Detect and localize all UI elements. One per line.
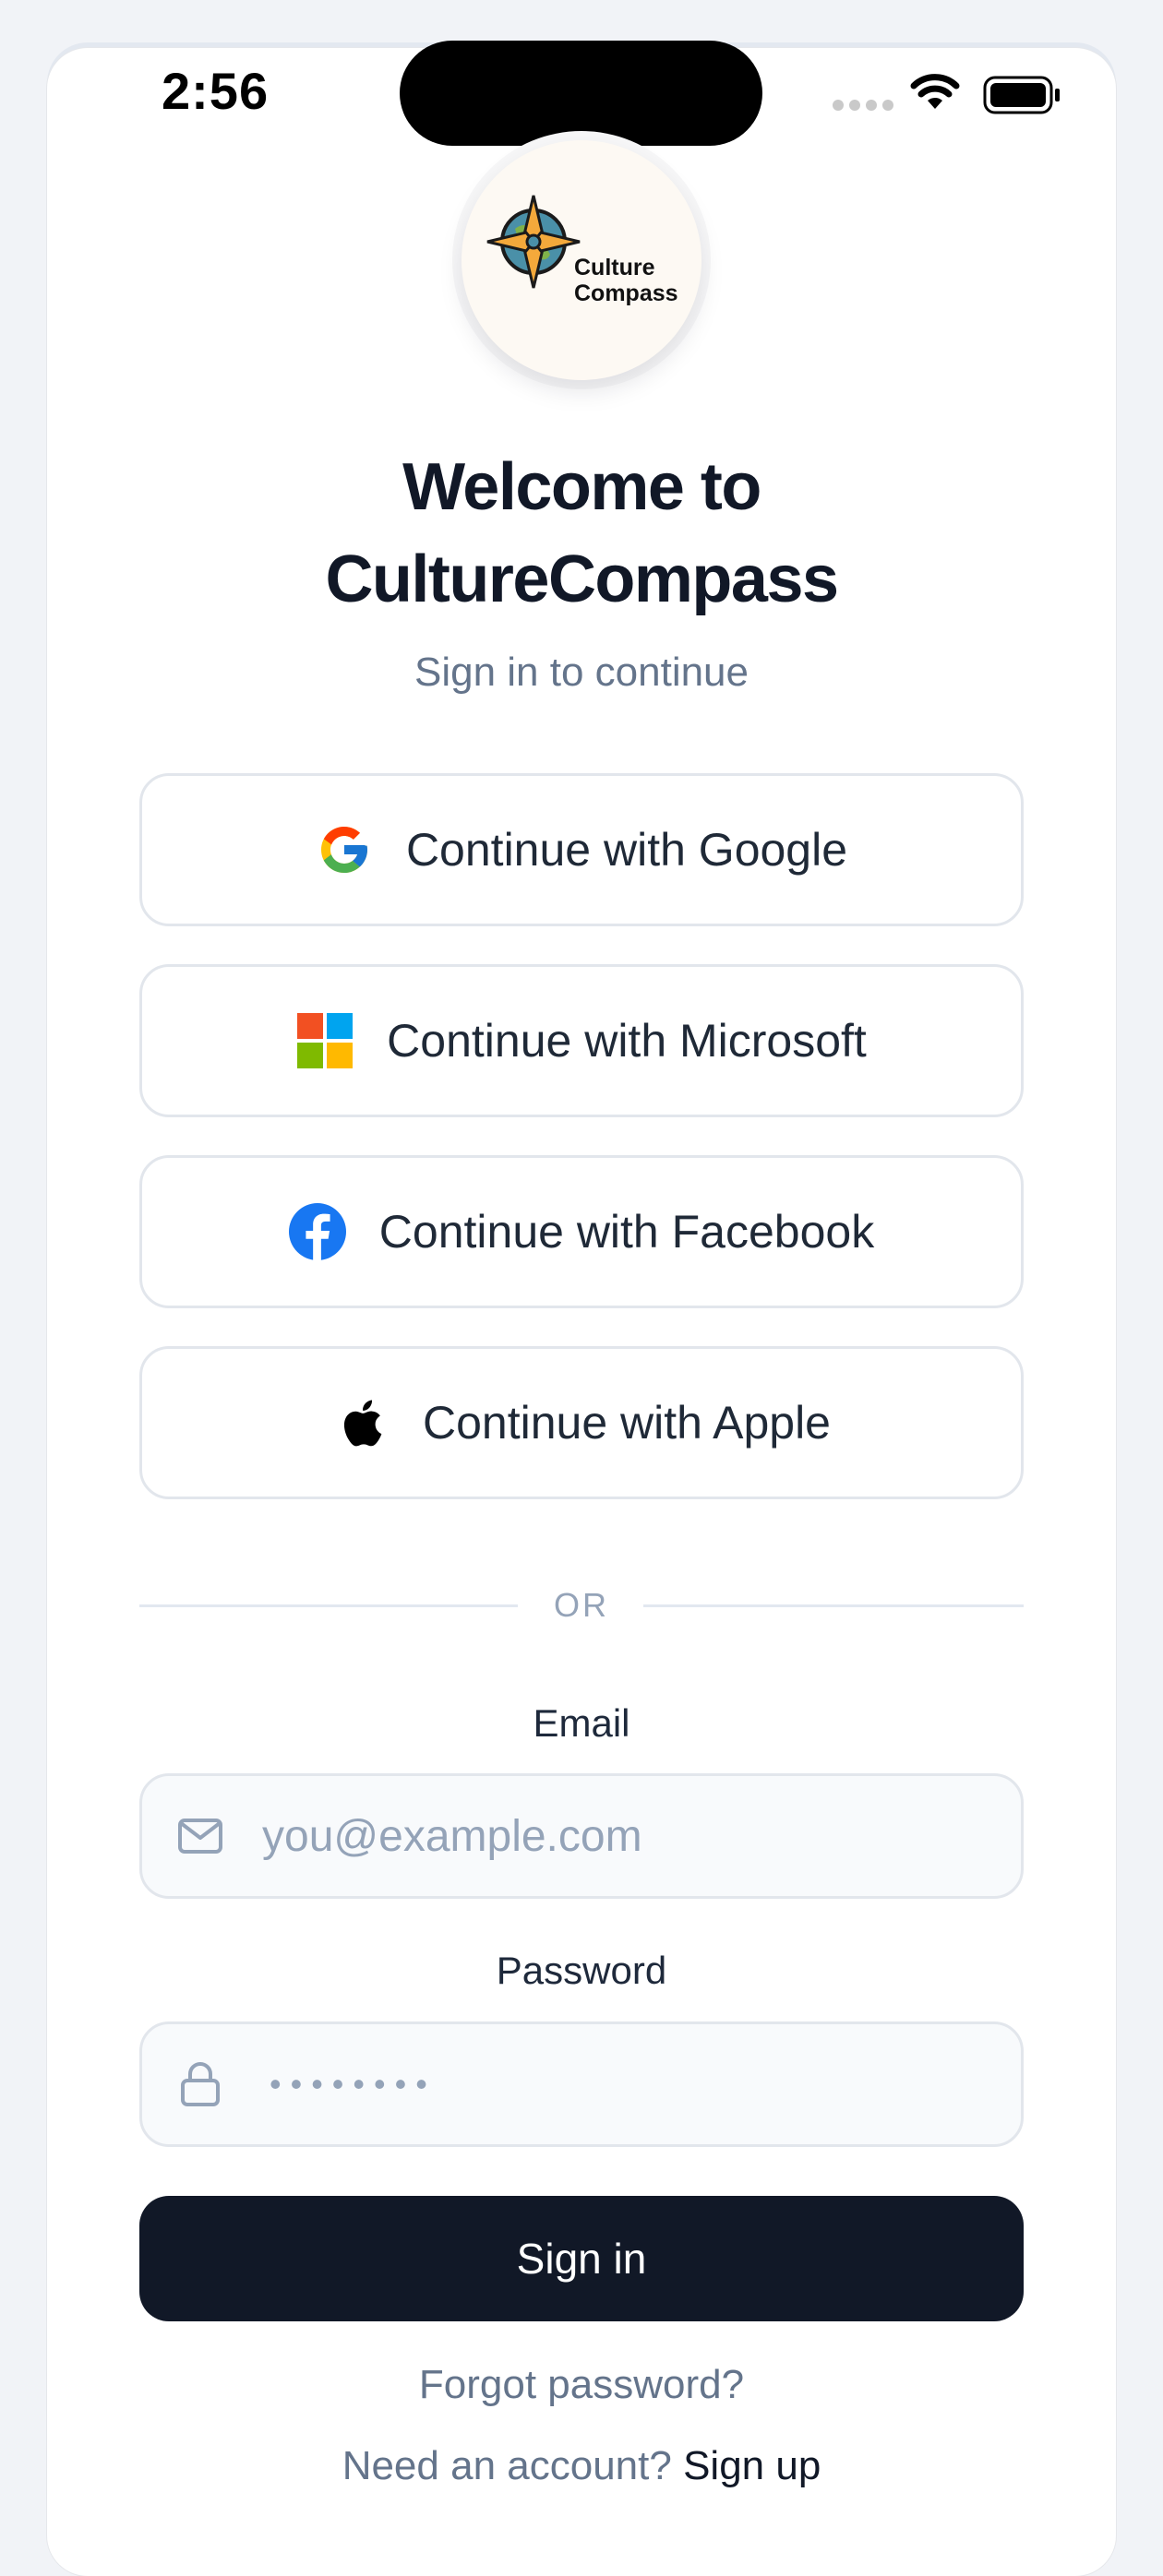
divider-text: OR <box>554 1586 609 1624</box>
battery-icon <box>983 76 1060 114</box>
forgot-password-link[interactable]: Forgot password? <box>0 2362 1163 2408</box>
microsoft-signin-button[interactable]: Continue with Microsoft <box>139 964 1024 1117</box>
page-subtitle: Sign in to continue <box>414 650 749 695</box>
email-label: Email <box>533 1701 630 1745</box>
cellular-signal-icon <box>833 100 893 111</box>
apple-signin-button[interactable]: Continue with Apple <box>139 1346 1024 1499</box>
google-signin-label: Continue with Google <box>405 824 848 876</box>
facebook-signin-button[interactable]: Continue with Facebook <box>139 1155 1024 1308</box>
email-placeholder: you@example.com <box>262 1811 642 1861</box>
title-line-2: CultureCompass <box>325 543 839 616</box>
mail-icon <box>175 1811 225 1861</box>
wifi-icon <box>910 74 960 109</box>
google-icon <box>316 821 373 878</box>
dynamic-island <box>400 41 762 146</box>
facebook-icon <box>288 1203 346 1260</box>
need-account-text: Need an account? <box>342 2443 672 2488</box>
facebook-signin-label: Continue with Facebook <box>378 1206 875 1258</box>
password-masked-value: •••••••• <box>270 2065 437 2103</box>
apple-icon <box>332 1394 390 1451</box>
logo-wordmark: Culture Compass <box>574 255 678 306</box>
title-line-1: Welcome to <box>402 450 761 524</box>
sign-up-link[interactable]: Sign up <box>683 2443 821 2488</box>
microsoft-signin-label: Continue with Microsoft <box>387 1015 867 1067</box>
apple-signin-label: Continue with Apple <box>423 1397 831 1449</box>
or-divider: OR <box>139 1580 1024 1631</box>
sign-in-button[interactable]: Sign in <box>139 2196 1024 2321</box>
app-logo: Culture Compass <box>462 140 701 380</box>
email-field[interactable]: you@example.com <box>139 1773 1024 1899</box>
logo-line-2: Compass <box>574 280 678 306</box>
status-bar: 2:56 <box>0 0 1163 146</box>
page-title: Welcome to CultureCompass <box>0 441 1163 626</box>
microsoft-icon <box>296 1012 354 1069</box>
signup-prompt: Need an account? Sign up <box>0 2443 1163 2489</box>
lock-icon <box>175 2059 225 2109</box>
status-time: 2:56 <box>162 62 270 120</box>
password-field[interactable]: •••••••• <box>139 2021 1024 2147</box>
logo-line-1: Culture <box>574 255 655 280</box>
password-label: Password <box>496 1949 667 1992</box>
google-signin-button[interactable]: Continue with Google <box>139 773 1024 926</box>
